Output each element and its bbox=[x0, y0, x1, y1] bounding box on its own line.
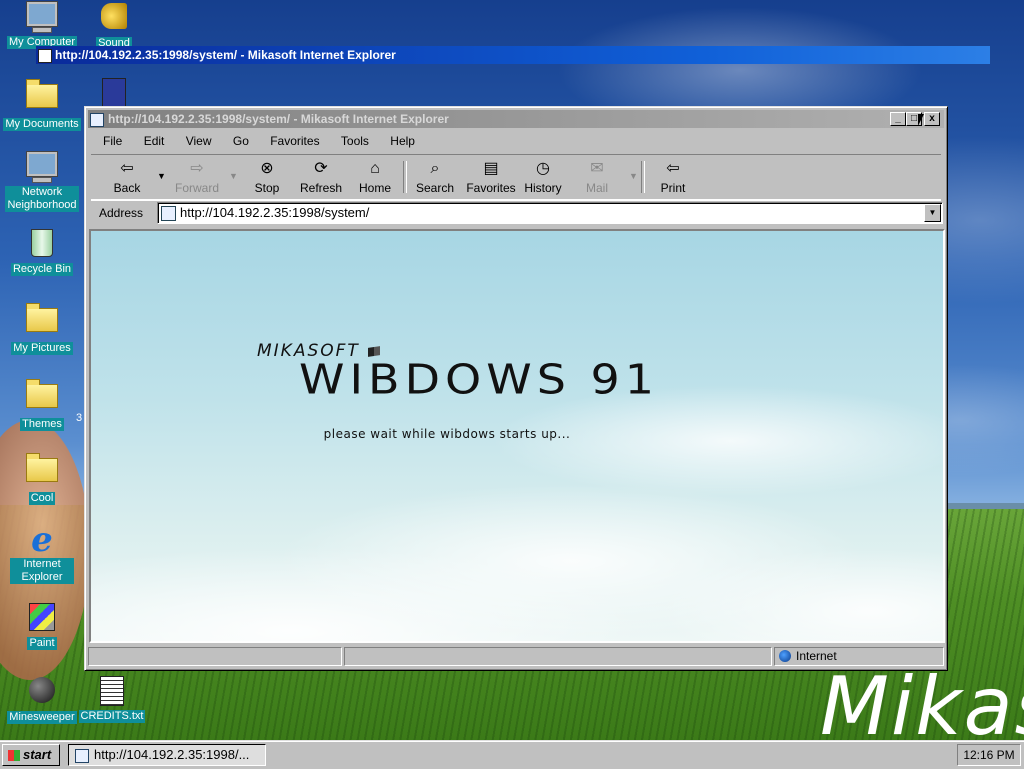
ie-page-icon bbox=[90, 113, 104, 127]
wallpaper-horizon bbox=[940, 503, 1024, 509]
system-tray-clock: 12:16 PM bbox=[957, 744, 1021, 766]
menu-go[interactable]: Go bbox=[233, 134, 249, 148]
forward-button[interactable]: ⇨ Forward bbox=[169, 159, 225, 195]
print-icon: ⇦ bbox=[666, 160, 680, 177]
ie-page-icon bbox=[38, 49, 52, 63]
favorites-button[interactable]: ▤ Favorites bbox=[459, 159, 523, 195]
address-bar: Address ▼ bbox=[91, 200, 943, 225]
desktop-icon-paint[interactable]: Paint bbox=[0, 600, 84, 650]
page-content: MIKASOFT WIBDOWS 91 please wait while wi… bbox=[89, 229, 945, 643]
network-icon bbox=[26, 152, 58, 184]
menu-file[interactable]: File bbox=[103, 134, 122, 148]
page-icon bbox=[161, 206, 176, 221]
desktop-icon-themes[interactable]: Themes bbox=[0, 376, 84, 431]
taskbar: start http://104.192.2.35:1998/... 12:16… bbox=[0, 740, 1024, 769]
stop-icon: ⊗ bbox=[260, 160, 274, 177]
menu-favorites[interactable]: Favorites bbox=[270, 134, 319, 148]
product-title: WIBDOWS 91 bbox=[299, 355, 660, 404]
loading-message: please wait while wibdows starts up... bbox=[323, 427, 571, 441]
folder-icon bbox=[26, 379, 58, 416]
history-icon: ◷ bbox=[536, 160, 550, 177]
address-label: Address bbox=[99, 206, 144, 220]
folder-icon bbox=[26, 79, 58, 116]
close-button[interactable]: x bbox=[924, 112, 940, 126]
stop-button[interactable]: ⊗ Stop bbox=[239, 159, 295, 195]
themes-badge: 3 bbox=[76, 412, 83, 424]
folder-icon bbox=[26, 303, 58, 340]
status-bar: Internet bbox=[88, 647, 944, 666]
address-dropdown-button[interactable]: ▼ bbox=[924, 204, 941, 222]
mail-icon: ✉ bbox=[590, 160, 604, 177]
folder-icon bbox=[26, 453, 58, 490]
search-button[interactable]: ⌕ Search bbox=[407, 159, 463, 195]
menu-view[interactable]: View bbox=[186, 134, 212, 148]
refresh-icon: ⟳ bbox=[314, 160, 328, 177]
back-button[interactable]: ⇦ Back bbox=[99, 159, 155, 195]
window-title: http://104.192.2.35:1998/system/ - Mikas… bbox=[108, 112, 449, 126]
speaker-icon bbox=[98, 3, 130, 35]
desktop-icon-my-pictures[interactable]: My Pictures bbox=[0, 300, 84, 355]
windows-flag-icon bbox=[8, 750, 20, 762]
recycle-bin-icon bbox=[26, 229, 58, 261]
ie-window[interactable]: http://104.192.2.35:1998/system/ - Mikas… bbox=[84, 106, 948, 671]
paint-icon bbox=[26, 603, 58, 635]
address-box[interactable]: ▼ bbox=[157, 202, 943, 224]
menu-help[interactable]: Help bbox=[390, 134, 415, 148]
globe-icon bbox=[779, 649, 791, 662]
mail-button[interactable]: ✉ Mail bbox=[569, 159, 625, 195]
menu-tools[interactable]: Tools bbox=[341, 134, 369, 148]
print-button[interactable]: ⇦ Print bbox=[645, 159, 701, 195]
back-arrow-icon: ⇦ bbox=[120, 160, 134, 177]
desktop-icon-cool[interactable]: Cool bbox=[0, 450, 84, 505]
refresh-button[interactable]: ⟳ Refresh bbox=[293, 159, 349, 195]
overlay-title-strip: http://104.192.2.35:1998/system/ - Mikas… bbox=[36, 46, 990, 64]
menu-edit[interactable]: Edit bbox=[144, 134, 165, 148]
back-dropdown[interactable]: ▼ bbox=[157, 171, 166, 181]
text-file-icon bbox=[96, 676, 128, 708]
mail-dropdown[interactable]: ▼ bbox=[629, 171, 638, 181]
favorites-icon: ▤ bbox=[483, 160, 499, 177]
desktop-icon-internet-explorer[interactable]: e Internet Explorer bbox=[0, 520, 84, 584]
address-input[interactable] bbox=[180, 203, 900, 223]
minimize-button[interactable]: _ bbox=[890, 112, 906, 126]
desktop-icon-sound[interactable]: Sound bbox=[72, 0, 156, 50]
window-titlebar[interactable]: http://104.192.2.35:1998/system/ - Mikas… bbox=[88, 110, 944, 128]
status-zone: Internet bbox=[774, 647, 944, 666]
ie-page-icon bbox=[75, 748, 89, 763]
wallpaper-text: Mikas bbox=[820, 660, 1024, 740]
desktop-icon-network-neighborhood[interactable]: Network Neighborhood bbox=[0, 150, 84, 212]
status-progress bbox=[344, 647, 772, 666]
home-button[interactable]: ⌂ Home bbox=[347, 159, 403, 195]
forward-dropdown[interactable]: ▼ bbox=[229, 171, 238, 181]
internet-explorer-icon: e bbox=[31, 520, 53, 560]
history-button[interactable]: ◷ History bbox=[515, 159, 571, 195]
mouse-cursor bbox=[918, 114, 924, 126]
forward-arrow-icon: ⇨ bbox=[190, 160, 204, 177]
desktop-icon-recycle-bin[interactable]: Recycle Bin bbox=[0, 226, 84, 276]
desktop-icon-credits[interactable]: CREDITS.txt bbox=[70, 674, 154, 723]
mine-icon bbox=[26, 677, 58, 709]
computer-icon bbox=[26, 2, 58, 34]
status-text bbox=[88, 647, 342, 666]
menu-bar: File Edit View Go Favorites Tools Help bbox=[91, 131, 419, 151]
start-button[interactable]: start bbox=[2, 744, 60, 766]
search-icon: ⌕ bbox=[430, 160, 440, 177]
taskbar-item-ie[interactable]: http://104.192.2.35:1998/... bbox=[68, 744, 266, 766]
toolbar: ⇦ Back ▼ ⇨ Forward ▼ ⊗ Stop ⟳ Refresh ⌂ Home … bbox=[91, 154, 941, 200]
home-icon: ⌂ bbox=[370, 160, 380, 177]
